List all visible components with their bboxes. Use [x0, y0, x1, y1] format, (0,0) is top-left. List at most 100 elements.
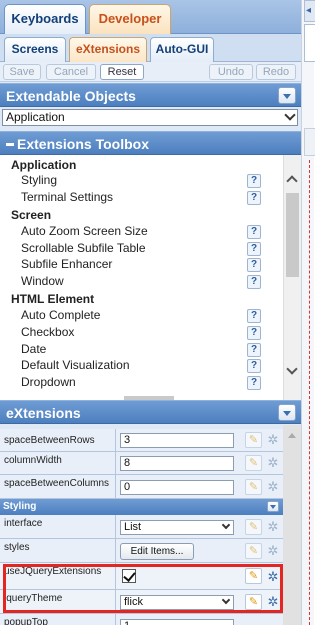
pencil-icon[interactable]: ✎ — [245, 594, 262, 610]
property-input[interactable]: 1 — [120, 619, 234, 625]
chevron-down-icon[interactable] — [278, 87, 296, 104]
help-icon[interactable]: ? — [247, 376, 261, 390]
left-arrow-icon[interactable]: ◂ — [304, 0, 315, 22]
help-icon[interactable]: ? — [247, 174, 261, 188]
cancel-button[interactable]: Cancel — [46, 64, 96, 80]
property-row: spaceBetweenColumns 0 ✎ ✲ — [0, 475, 283, 499]
tab-extensions[interactable]: eXtensions — [69, 37, 147, 62]
help-icon[interactable]: ? — [247, 309, 261, 323]
pencil-icon[interactable]: ✎ — [245, 519, 262, 535]
pencil-icon[interactable]: ✎ — [245, 432, 262, 448]
jquery-theme-select[interactable]: flick — [120, 595, 234, 610]
toolbox-scrollbar[interactable] — [283, 155, 301, 402]
property-row: spaceBetweenRows 3 ✎ ✲ — [0, 429, 283, 452]
toolbox-item[interactable]: Checkbox? — [0, 324, 283, 341]
extendable-object-value: Application — [6, 110, 65, 124]
chevron-down-icon — [221, 520, 231, 530]
help-icon[interactable]: ? — [247, 258, 261, 272]
chevron-down-icon[interactable] — [267, 501, 279, 512]
property-name: spaceBetweenRows — [4, 435, 95, 446]
pencil-icon[interactable]: ✎ — [245, 568, 262, 584]
gear-icon[interactable]: ✲ — [266, 544, 280, 558]
use-jquery-checkbox[interactable] — [122, 569, 136, 583]
toolbox-item-label: Date — [21, 342, 47, 356]
property-name: columnWidth — [4, 455, 62, 466]
gear-icon[interactable]: ✲ — [266, 433, 280, 447]
property-name: jqueryTheme — [4, 593, 63, 604]
action-toolbar: Save Cancel Reset Undo Redo — [0, 62, 301, 82]
gear-icon[interactable]: ✲ — [266, 570, 280, 584]
edge-tab[interactable] — [304, 24, 315, 62]
toolbox-item[interactable]: Auto Zoom Screen Size? — [0, 223, 283, 240]
toolbox-item[interactable]: Subfile Enhancer? — [0, 256, 283, 273]
scroll-thumb[interactable] — [286, 193, 299, 277]
help-icon[interactable]: ? — [247, 359, 261, 373]
chevron-down-icon — [284, 109, 296, 121]
toolbox-item-label: Auto Complete — [21, 308, 101, 322]
toolbox-item[interactable]: Default Visualization? — [0, 357, 283, 374]
gear-icon[interactable]: ✲ — [266, 595, 280, 609]
pencil-icon[interactable]: ✎ — [245, 543, 262, 559]
extendable-object-select[interactable]: Application — [2, 109, 298, 126]
save-button[interactable]: Save — [3, 64, 41, 80]
interface-select[interactable]: List — [120, 520, 234, 535]
gear-icon[interactable]: ✲ — [266, 480, 280, 494]
toolbox-item-label: Checkbox — [21, 325, 75, 339]
property-row: interface List ✎ ✲ — [0, 515, 283, 539]
toolbox-item[interactable]: Terminal Settings? — [0, 189, 283, 206]
scroll-up-icon[interactable] — [286, 175, 298, 187]
toolbox-item[interactable]: Auto Complete? — [0, 307, 283, 324]
top-tab-bar: Keyboards Developer — [0, 0, 301, 34]
tab-auto-gui[interactable]: Auto-GUI — [150, 37, 214, 62]
tab-keyboards[interactable]: Keyboards — [4, 4, 86, 34]
property-input[interactable]: 3 — [120, 433, 234, 448]
property-input[interactable]: 8 — [120, 456, 234, 471]
gear-icon[interactable]: ✲ — [266, 520, 280, 534]
help-icon[interactable]: ? — [247, 275, 261, 289]
toolbox-item-label: Dropdown — [21, 375, 76, 389]
help-icon[interactable]: ? — [247, 343, 261, 357]
properties-scrollbar[interactable] — [283, 425, 301, 625]
scroll-down-icon[interactable] — [286, 363, 298, 375]
toolbox-item[interactable]: Styling? — [0, 172, 283, 189]
help-icon[interactable]: ? — [247, 326, 261, 340]
pencil-icon[interactable]: ✎ — [245, 479, 262, 495]
toolbox-item-label: Window — [21, 274, 64, 288]
pencil-icon[interactable]: ✎ — [245, 455, 262, 471]
interface-value: List — [124, 521, 142, 533]
toolbox-item[interactable]: Dropdown? — [0, 374, 283, 391]
toolbox-item[interactable]: Window? — [0, 273, 283, 290]
tab-screens[interactable]: Screens — [4, 37, 66, 62]
property-row: columnWidth 8 ✎ ✲ — [0, 452, 283, 475]
column-divider — [115, 539, 116, 562]
toolbox-title: Extensions Toolbox — [17, 136, 149, 152]
toolbox-item-label: Auto Zoom Screen Size — [21, 224, 148, 238]
toolbox-header[interactable]: Extensions Toolbox — [0, 131, 301, 155]
toolbox-item[interactable]: Date? — [0, 341, 283, 358]
edit-items-button[interactable]: Edit Items... — [120, 543, 194, 560]
property-name: useJQueryExtensions — [4, 566, 102, 577]
toolbox-item[interactable]: Scrollable Subfile Table? — [0, 240, 283, 257]
help-icon[interactable]: ? — [247, 225, 261, 239]
property-name: interface — [4, 518, 43, 529]
undo-button[interactable]: Undo — [209, 64, 253, 80]
sub-tab-bar: Screens eXtensions Auto-GUI — [0, 34, 301, 62]
minus-icon[interactable] — [6, 142, 14, 146]
styling-category: Styling — [0, 499, 283, 515]
tab-developer[interactable]: Developer — [89, 4, 171, 34]
column-divider — [115, 452, 116, 474]
developer-panel: Keyboards Developer Screens eXtensions A… — [0, 0, 301, 625]
column-divider — [115, 515, 116, 538]
edge-tab[interactable] — [304, 128, 315, 156]
chevron-down-icon[interactable] — [278, 404, 296, 421]
column-divider — [115, 475, 116, 498]
gear-icon[interactable]: ✲ — [266, 456, 280, 470]
properties-grid: spaceBetweenRows 3 ✎ ✲ columnWidth 8 ✎ ✲… — [0, 425, 301, 625]
help-icon[interactable]: ? — [247, 191, 261, 205]
property-input[interactable]: 0 — [120, 480, 234, 495]
scroll-up-icon[interactable] — [288, 433, 296, 438]
property-name: popupTop — [4, 617, 48, 625]
help-icon[interactable]: ? — [247, 242, 261, 256]
redo-button[interactable]: Redo — [256, 64, 296, 80]
reset-button[interactable]: Reset — [100, 64, 144, 80]
